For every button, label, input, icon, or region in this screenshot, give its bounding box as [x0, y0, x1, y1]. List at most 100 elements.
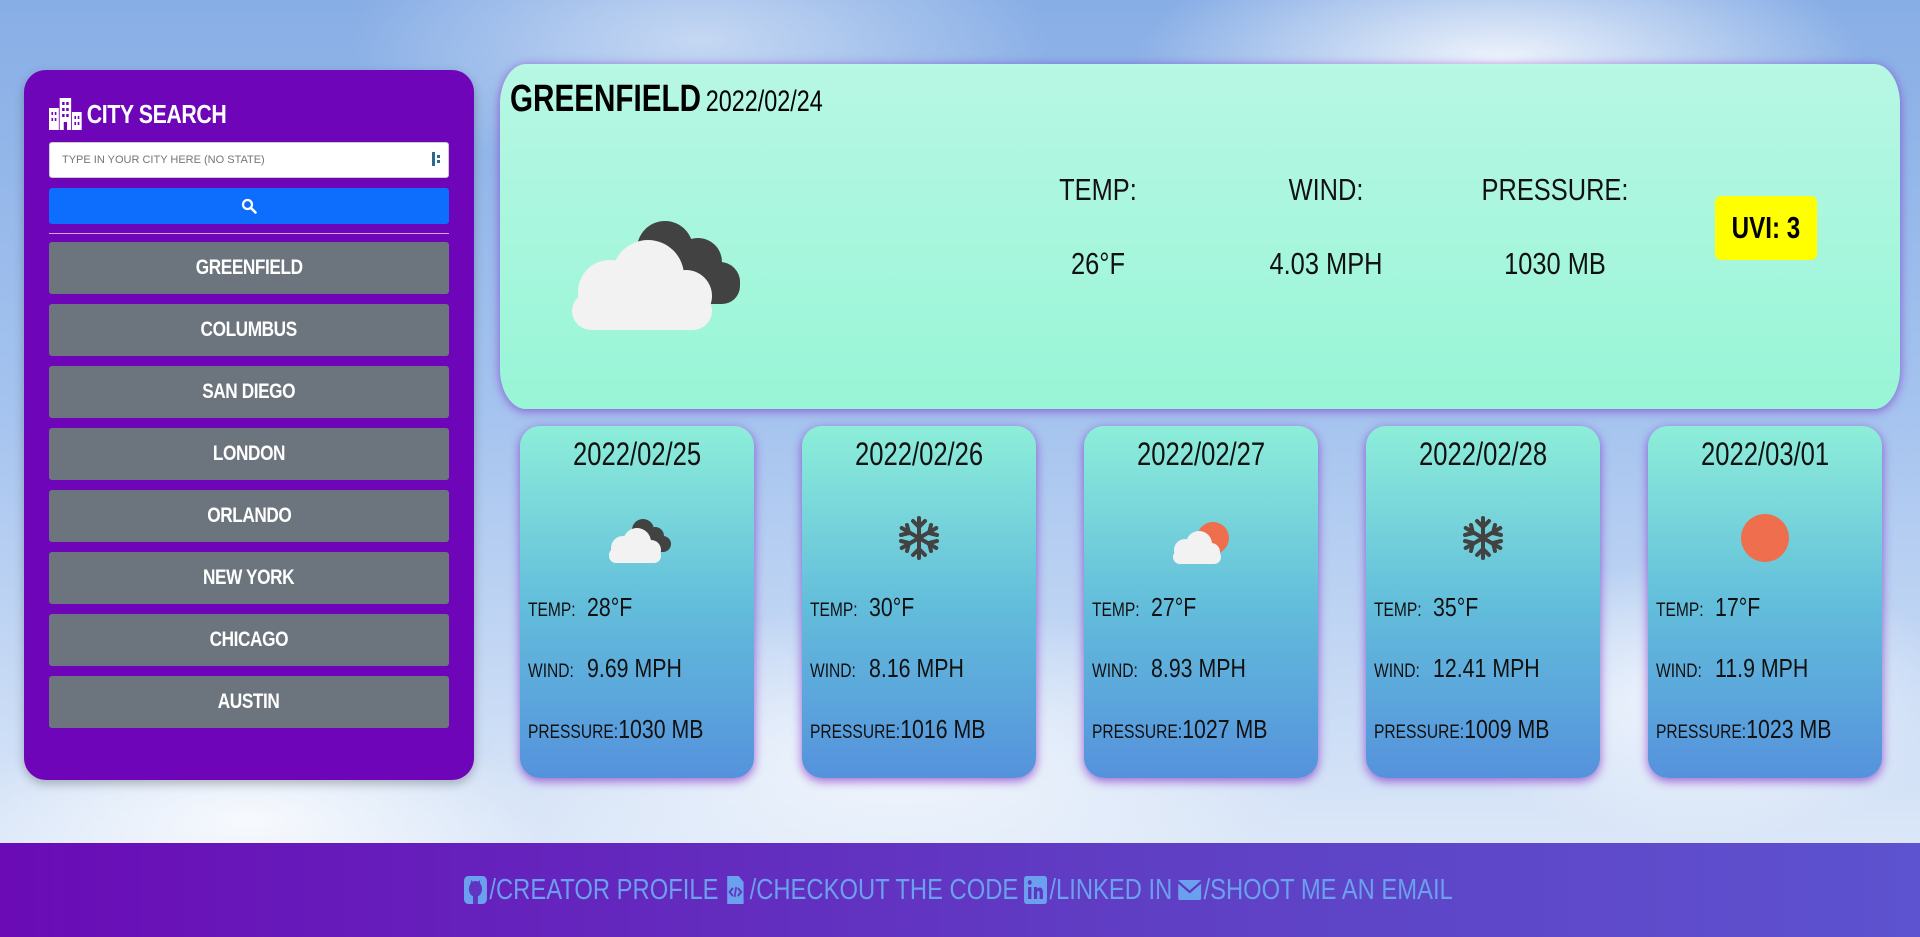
forecast-wind-row: Wind: 9.69 MPH: [528, 653, 682, 684]
forecast-card: 2022/02/26 Temp: 30°F Wind: 8.16 MPH Pre…: [802, 426, 1036, 778]
search-divider: [49, 233, 449, 234]
search-button[interactable]: [49, 188, 449, 224]
wind-label: Wind:: [1374, 661, 1420, 682]
current-weather-card: Greenfield 2022/02/24 Temp: 26°F Wind: 4…: [500, 64, 1900, 409]
temp-label: Temp:: [1092, 600, 1140, 621]
wind-label: Wind:: [1288, 172, 1364, 207]
forecast-date: 2022/02/28: [1418, 436, 1548, 472]
envelope-icon: [1177, 880, 1202, 900]
wind-value: 4.03 MPH: [1269, 246, 1383, 281]
pressure-value: 1023 MB: [1746, 714, 1832, 744]
forecast-wind-row: Wind: 8.16 MPH: [810, 653, 964, 684]
city-button-austin[interactable]: AUSTIN: [49, 676, 449, 728]
pressure-label: Pressure:: [528, 722, 619, 743]
uvi-text: UVI: 3: [1731, 210, 1801, 245]
current-date: 2022/02/24: [705, 85, 823, 118]
pressure-label: Pressure:: [1092, 722, 1183, 743]
temp-label: Temp:: [810, 600, 858, 621]
email-label: /Shoot me an email: [1203, 873, 1453, 906]
forecast-temp-row: Temp: 17°F: [1656, 592, 1760, 623]
temp-label: Temp:: [1059, 172, 1137, 207]
pressure-label: Pressure:: [1656, 722, 1747, 743]
city-button-columbus[interactable]: COLUMBUS: [49, 304, 449, 356]
city-button-london[interactable]: LONDON: [49, 428, 449, 480]
current-wind: Wind: 4.03 MPH: [1236, 172, 1416, 282]
city-search-panel: City Search GREENFIELD COLUMBUS SAN DIEG…: [24, 70, 474, 780]
current-city-name: Greenfield: [510, 78, 702, 120]
linkedin-icon: [1023, 876, 1047, 904]
pressure-value: 1027 MB: [1182, 714, 1268, 744]
temp-value: 27°F: [1151, 592, 1197, 622]
snowflake-icon: [899, 516, 939, 560]
wind-label: Wind:: [528, 661, 574, 682]
forecast-date: 2022/02/26: [854, 436, 984, 472]
temp-label: Temp:: [528, 600, 576, 621]
temp-value: 26°F: [1071, 246, 1125, 281]
forecast-temp-row: Temp: 35°F: [1374, 592, 1478, 623]
email-link[interactable]: /Shoot me an email: [1177, 873, 1453, 907]
forecast-card: 2022/02/28 Temp: 35°F Wind: 12.41 MPH Pr…: [1366, 426, 1600, 778]
pressure-value: 1030 MB: [618, 714, 704, 744]
pressure-value: 1016 MB: [900, 714, 986, 744]
pressure-label: Pressure:: [810, 722, 901, 743]
temp-value: 17°F: [1715, 592, 1761, 622]
forecast-pressure-row: Pressure: 1023 MB: [1656, 714, 1832, 745]
forecast-card: 2022/02/27 Temp: 27°F Wind: 8.93 MPH Pre…: [1084, 426, 1318, 778]
github-icon: [463, 876, 487, 904]
city-button-san-diego[interactable]: SAN DIEGO: [49, 366, 449, 418]
wind-value: 8.16 MPH: [869, 653, 964, 683]
forecast-pressure-row: Pressure: 1027 MB: [1092, 714, 1268, 745]
pressure-value: 1009 MB: [1464, 714, 1550, 744]
wind-label: Wind:: [810, 661, 856, 682]
footer: /Creator Profile /Checkout the code: [0, 843, 1920, 937]
temp-label: Temp:: [1374, 600, 1422, 621]
forecast-temp-row: Temp: 30°F: [810, 592, 914, 623]
forecast-date: 2022/03/01: [1700, 436, 1830, 472]
wind-value: 9.69 MPH: [587, 653, 682, 683]
current-pressure: Pressure: 1030 MB: [1465, 172, 1645, 282]
pressure-value: 1030 MB: [1504, 246, 1606, 281]
cloudy-icon: [609, 519, 671, 563]
temp-value: 35°F: [1433, 592, 1479, 622]
linkedin-link[interactable]: /Linked In: [1023, 874, 1172, 907]
city-button-new-york[interactable]: NEW YORK: [49, 552, 449, 604]
temp-label: Temp:: [1656, 600, 1704, 621]
creator-profile-link[interactable]: /Creator Profile: [463, 874, 718, 907]
creator-profile-label: /Creator Profile: [488, 873, 718, 906]
current-temp: Temp: 26°F: [1008, 172, 1188, 282]
partly-sunny-icon: [1173, 522, 1229, 564]
snowflake-icon: [1463, 516, 1503, 560]
city-button-chicago[interactable]: CHICAGO: [49, 614, 449, 666]
sun-icon: [1741, 514, 1789, 562]
checkout-code-link[interactable]: /Checkout the code: [723, 874, 1018, 907]
city-button-greenfield[interactable]: GREENFIELD: [49, 242, 449, 294]
forecast-temp-row: Temp: 28°F: [528, 592, 632, 623]
city-search-title-text: City Search: [86, 98, 227, 129]
forecast-pressure-row: Pressure: 1016 MB: [810, 714, 986, 745]
forecast-wind-row: Wind: 12.41 MPH: [1374, 653, 1540, 684]
wind-value: 11.9 MPH: [1715, 653, 1809, 683]
wind-value: 12.41 MPH: [1433, 653, 1540, 683]
code-file-icon: [727, 876, 744, 904]
wind-label: Wind:: [1656, 661, 1702, 682]
pressure-label: Pressure:: [1481, 172, 1629, 207]
city-button-orlando[interactable]: ORLANDO: [49, 490, 449, 542]
search-history-list: GREENFIELD COLUMBUS SAN DIEGO LONDON ORL…: [49, 242, 449, 738]
city-search-input[interactable]: [49, 142, 449, 178]
forecast-card: 2022/03/01 Temp: 17°F Wind: 11.9 MPH Pre…: [1648, 426, 1882, 778]
search-icon: [241, 198, 257, 214]
footer-links: /Creator Profile /Checkout the code: [0, 843, 1920, 937]
forecast-wind-row: Wind: 11.9 MPH: [1656, 653, 1808, 684]
cloudy-icon: [572, 221, 740, 330]
linkedin-label: /Linked In: [1048, 873, 1172, 906]
forecast-date: 2022/02/25: [572, 436, 702, 472]
forecast-pressure-row: Pressure: 1009 MB: [1374, 714, 1550, 745]
checkout-code-label: /Checkout the code: [749, 873, 1018, 906]
temp-value: 30°F: [869, 592, 915, 622]
forecast-pressure-row: Pressure: 1030 MB: [528, 714, 704, 745]
wind-value: 8.93 MPH: [1151, 653, 1246, 683]
wind-label: Wind:: [1092, 661, 1138, 682]
city-icon: [49, 98, 82, 130]
forecast-date: 2022/02/27: [1136, 436, 1266, 472]
current-header: Greenfield 2022/02/24: [510, 78, 823, 121]
